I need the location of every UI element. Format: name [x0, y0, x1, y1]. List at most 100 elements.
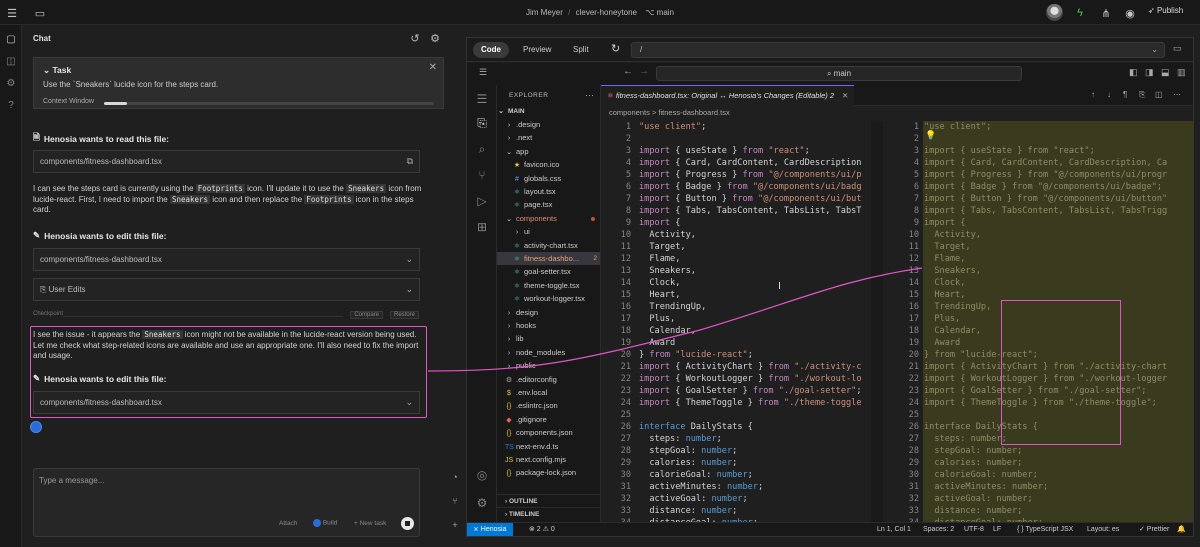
message-composer[interactable]: Type a message... Attach Build + New tas… [33, 468, 420, 537]
editor-tab[interactable]: ⚛ fitness-dashboard.tsx: Original ↔ Heno… [601, 85, 855, 106]
breadcrumb[interactable]: components > fitness-dashboard.tsx [601, 106, 871, 120]
code-line[interactable]: import { Card, CardContent, CardDescript… [924, 157, 1167, 169]
tree-item[interactable]: {} package-lock.json [497, 466, 600, 479]
code-line[interactable]: TrendingUp, [639, 301, 862, 313]
layout-sidebar-icon[interactable]: ◨ [1145, 67, 1154, 78]
user-edits-box[interactable]: ⎘ User Edits ⌄ [33, 278, 420, 301]
code-line[interactable]: calorieGoal: number; [639, 469, 862, 481]
more-icon[interactable]: ⋯ [585, 90, 594, 101]
code-line[interactable]: import { GoalSetter } from "./goal-sette… [639, 385, 862, 397]
code-line[interactable]: distance: number; [924, 505, 1167, 517]
gear-icon[interactable]: ⚙ [428, 31, 442, 45]
tree-item[interactable]: $ .env.local [497, 386, 600, 399]
code-line[interactable]: Award [639, 337, 862, 349]
keyboard-layout[interactable]: Layout: es [1087, 523, 1119, 536]
encoding[interactable]: UTF-8 [964, 523, 984, 536]
code-line[interactable]: import { Button } from "@/components/ui/… [639, 193, 862, 205]
more-icon[interactable]: ⋯ [1173, 90, 1181, 99]
code-line[interactable]: Sneakers, [639, 265, 862, 277]
forward-icon[interactable]: → [639, 66, 649, 77]
split-editor-icon[interactable]: ◫ [1155, 90, 1163, 99]
tree-item[interactable]: ◆ .gitignore [497, 413, 600, 426]
chevron-down-icon[interactable]: ⌄ [1151, 43, 1158, 57]
code-line[interactable]: Calendar, [639, 325, 862, 337]
tree-item[interactable]: › node_modules [497, 346, 600, 359]
code-line[interactable]: Plus, [639, 313, 862, 325]
code-line[interactable] [924, 133, 1167, 145]
palette-icon[interactable]: ◔ [449, 471, 461, 483]
layout-customize-icon[interactable]: ▥ [1177, 67, 1186, 78]
code-line[interactable]: import { Card, CardContent, CardDescript… [639, 157, 862, 169]
language-mode[interactable]: { } TypeScript JSX [1017, 523, 1073, 536]
problems-indicator[interactable]: ⊗ 2 ⚠ 0 [529, 523, 555, 536]
tree-item[interactable]: {} components.json [497, 426, 600, 439]
tree-item[interactable]: › design [497, 306, 600, 319]
code-line[interactable]: import { ThemeToggle } from "./theme-tog… [639, 397, 862, 409]
branch-name[interactable]: main [657, 8, 674, 17]
layout-bottom-icon[interactable]: ⬓ [1161, 67, 1170, 78]
code-line[interactable]: import { Tabs, TabsContent, TabsList, Ta… [924, 205, 1167, 217]
message-input-placeholder[interactable]: Type a message... [39, 476, 104, 485]
search-icon[interactable]: ⌕ [474, 141, 490, 157]
code-line[interactable]: import { useState } from "react"; [924, 145, 1167, 157]
tree-item[interactable]: ⌄ components [497, 212, 600, 225]
code-line[interactable]: distance: number; [639, 505, 862, 517]
code-line[interactable] [639, 133, 862, 145]
code-line[interactable]: "use client"; [924, 121, 1167, 133]
new-task-button[interactable]: + New task [354, 520, 386, 527]
code-line[interactable]: activeMinutes: number; [924, 481, 1167, 493]
layout-panel-icon[interactable]: ◧ [1129, 67, 1138, 78]
tree-item[interactable]: ⌄ app [497, 145, 600, 158]
chevron-down-icon[interactable]: ⌄ [405, 392, 413, 413]
tree-item[interactable]: {} .eslintrc.json [497, 399, 600, 412]
attach-button[interactable]: Attach [279, 520, 297, 527]
code-line[interactable]: calorieGoal: number; [924, 469, 1167, 481]
bolt-icon[interactable]: ϟ [1072, 5, 1088, 21]
url-input[interactable]: / ⌄ [631, 42, 1165, 58]
close-icon[interactable]: ✕ [842, 91, 848, 100]
tree-item[interactable]: JS next.config.mjs [497, 453, 600, 466]
code-line[interactable]: Clock, [639, 277, 862, 289]
compare-button[interactable]: Compare [350, 311, 383, 319]
open-external-icon[interactable]: ⧉ [407, 151, 413, 172]
code-line[interactable]: calories: number; [639, 457, 862, 469]
code-line[interactable]: activeGoal: number; [924, 493, 1167, 505]
code-line[interactable]: Heart, [639, 289, 862, 301]
read-file-box[interactable]: components/fitness-dashboard.tsx ⧉ [33, 150, 420, 173]
git-graph-icon[interactable]: ⑂ [449, 495, 461, 507]
tab-preview[interactable]: Preview [515, 42, 559, 58]
tree-item[interactable]: › .next [497, 131, 600, 144]
tab-code[interactable]: Code [473, 42, 509, 58]
code-line[interactable]: Activity, [924, 229, 1167, 241]
cursor-position[interactable]: Ln 1, Col 1 [877, 523, 911, 536]
plus-icon[interactable]: + [449, 519, 461, 531]
close-icon[interactable]: ✕ [429, 62, 437, 73]
tree-item[interactable]: ★ favicon.ico [497, 158, 600, 171]
code-line[interactable]: import { Button } from "@/components/ui/… [924, 193, 1167, 205]
tree-item[interactable]: › hooks [497, 319, 600, 332]
build-toggle[interactable]: Build [313, 519, 337, 527]
tree-item[interactable]: # globals.css [497, 172, 600, 185]
code-line[interactable]: Activity, [639, 229, 862, 241]
layers-icon[interactable]: ◫ [3, 53, 19, 69]
command-search[interactable]: ⌕ main [656, 66, 1022, 81]
prettier-status[interactable]: ✓ Prettier [1139, 523, 1169, 536]
history-icon[interactable]: ↺ [408, 31, 422, 45]
tree-item[interactable]: ⚙ .editorconfig [497, 373, 600, 386]
code-line[interactable]: import { Progress } from "@/components/u… [639, 169, 862, 181]
explorer-root[interactable]: ⌄ MAIN [497, 105, 600, 118]
code-line[interactable]: import { Badge } from "@/components/ui/b… [924, 181, 1167, 193]
code-line[interactable]: import { Badge } from "@/components/ui/b… [639, 181, 862, 193]
tree-item[interactable]: › .design [497, 118, 600, 131]
arrow-up-icon[interactable]: ↑ [1091, 90, 1095, 99]
open-file-icon[interactable]: ⎘ [1139, 90, 1145, 100]
code-line[interactable]: "use client"; [639, 121, 862, 133]
chevron-down-icon[interactable]: ⌄ [405, 279, 413, 300]
explorer-icon[interactable]: ⎘ [474, 115, 490, 131]
original-code-pane[interactable]: 1 2 3 4 5 6 7 8 9 10 11 12 13 14 15 16 17 18 19 20 21 22 23 24 2… [601, 121, 869, 522]
tree-item[interactable]: › lib [497, 332, 600, 345]
arrow-down-icon[interactable]: ↓ [1107, 90, 1111, 99]
code-line[interactable]: activeGoal: number; [639, 493, 862, 505]
tree-item[interactable]: ⚛ workout-logger.tsx [497, 292, 600, 305]
tree-item[interactable]: ⚛ activity-chart.tsx [497, 239, 600, 252]
